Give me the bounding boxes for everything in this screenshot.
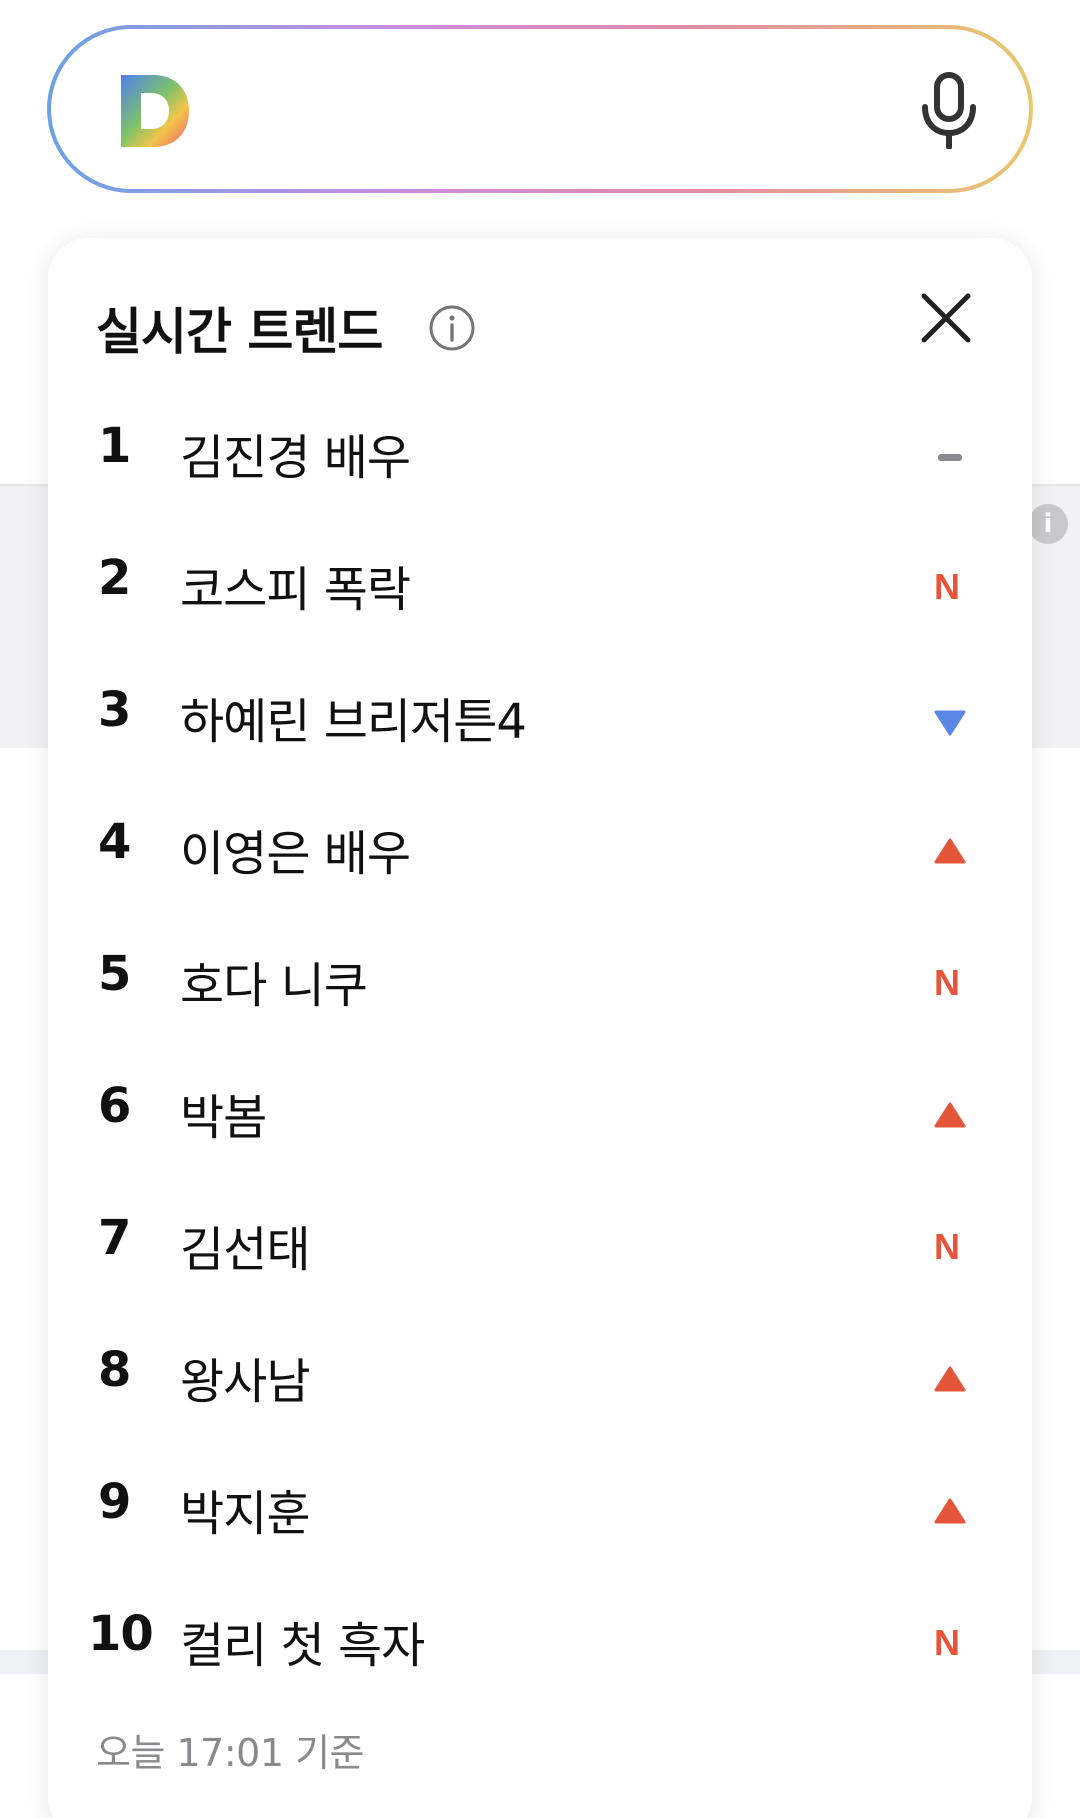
search-bar[interactable]	[47, 25, 1033, 193]
close-icon[interactable]	[918, 290, 974, 346]
trend-rank: 1	[98, 418, 131, 474]
trend-rank: 9	[98, 1474, 131, 1530]
new-badge-label: N	[934, 566, 960, 607]
trend-item[interactable]: 10 컬리 첫 흑자 N	[48, 1570, 1032, 1702]
microphone-icon[interactable]	[919, 71, 979, 149]
page: i 실시간 트렌드 1 김진경 배우 2 코스피 폭락 N 3 하예린 브리저튼…	[0, 0, 1080, 1818]
trend-rank: 4	[98, 814, 131, 870]
trend-item[interactable]: 1 김진경 배우	[48, 382, 1032, 514]
updated-time: 오늘 17:01 기준	[96, 1731, 365, 1775]
rank-same-icon	[928, 434, 972, 478]
trend-item[interactable]: 5 호다 니쿠 N	[48, 910, 1032, 1042]
rank-up-icon	[928, 1358, 972, 1402]
trend-item[interactable]: 8 왕사남	[48, 1306, 1032, 1438]
new-badge-icon: N	[928, 1226, 972, 1270]
trend-keyword: 코스피 폭락	[180, 562, 411, 618]
trend-rank: 8	[98, 1342, 131, 1398]
trend-keyword: 박봄	[180, 1090, 267, 1146]
trend-item[interactable]: 9 박지훈	[48, 1438, 1032, 1570]
rank-up-icon	[928, 1490, 972, 1534]
new-badge-icon: N	[928, 1622, 972, 1666]
info-icon[interactable]	[428, 304, 476, 352]
new-badge-label: N	[934, 962, 960, 1003]
trend-rank: 5	[98, 946, 131, 1002]
trend-keyword: 이영은 배우	[180, 826, 411, 882]
trend-rank: 2	[98, 550, 131, 606]
rank-up-icon	[928, 830, 972, 874]
trend-item[interactable]: 2 코스피 폭락 N	[48, 514, 1032, 646]
new-badge-icon: N	[928, 962, 972, 1006]
new-badge-label: N	[934, 1622, 960, 1663]
trend-keyword: 박지훈	[180, 1486, 310, 1542]
trend-item[interactable]: 7 김선태 N	[48, 1174, 1032, 1306]
daum-d-logo-icon[interactable]	[117, 71, 193, 151]
background-info-icon[interactable]: i	[1028, 504, 1068, 544]
trend-keyword: 김선태	[180, 1222, 310, 1278]
trend-keyword: 김진경 배우	[180, 430, 411, 486]
trend-item[interactable]: 6 박봄	[48, 1042, 1032, 1174]
trend-rank: 3	[98, 682, 131, 738]
trend-keyword: 호다 니쿠	[180, 958, 368, 1014]
trend-item[interactable]: 3 하예린 브리저튼4	[48, 646, 1032, 778]
trend-keyword: 컬리 첫 흑자	[180, 1618, 425, 1674]
rank-down-icon	[928, 698, 972, 742]
new-badge-icon: N	[928, 566, 972, 610]
trend-item[interactable]: 4 이영은 배우	[48, 778, 1032, 910]
realtime-trends-panel: 실시간 트렌드 1 김진경 배우 2 코스피 폭락 N 3 하예린 브리저튼4 4 이영은 배우…	[48, 238, 1032, 1818]
trend-keyword: 하예린 브리저튼4	[180, 694, 527, 750]
trend-rank: 10	[88, 1606, 154, 1662]
trend-keyword: 왕사남	[180, 1354, 310, 1410]
rank-up-icon	[928, 1094, 972, 1138]
trend-rank: 7	[98, 1210, 131, 1266]
new-badge-label: N	[934, 1226, 960, 1267]
trend-list: 1 김진경 배우 2 코스피 폭락 N 3 하예린 브리저튼4 4 이영은 배우 5 호다 니쿠 N 6…	[48, 382, 1032, 1702]
search-input[interactable]	[51, 29, 1029, 189]
trend-rank: 6	[98, 1078, 131, 1134]
panel-title: 실시간 트렌드	[96, 303, 383, 361]
